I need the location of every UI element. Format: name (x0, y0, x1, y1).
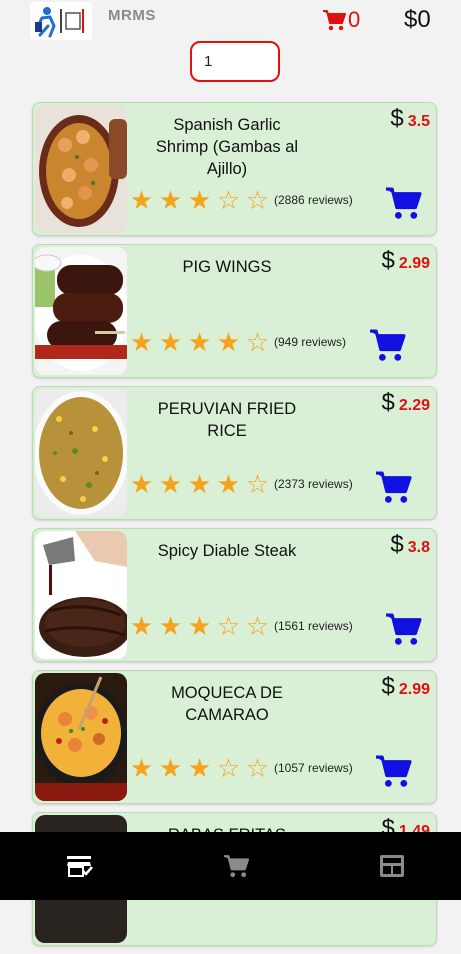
header-cart[interactable]: 0 (322, 8, 360, 32)
add-to-cart-button[interactable] (384, 186, 422, 225)
cart-total: $0 (404, 6, 431, 34)
price-value: 3.8 (407, 539, 430, 556)
star-filled-icon: ★ (216, 469, 241, 499)
app-header: MRMS 0 $0 (0, 0, 461, 44)
shopping-cart-icon (376, 755, 412, 787)
dish-name: PERUVIAN FRIED RICE (157, 400, 297, 440)
grid-icon (380, 855, 404, 877)
dish-name: MOQUECA DE CAMARAO (171, 684, 283, 724)
shopping-cart-icon (323, 10, 346, 31)
menu-list-icon (67, 856, 93, 877)
shopping-cart-icon (224, 855, 250, 878)
total-value: 0 (417, 6, 431, 33)
add-to-cart-button[interactable] (384, 612, 422, 651)
dish-price: $ 2.99 (382, 247, 431, 275)
dish-image (35, 531, 127, 659)
star-filled-icon: ★ (187, 469, 212, 499)
add-to-cart-button[interactable] (368, 328, 406, 367)
add-to-cart-button[interactable] (374, 470, 412, 509)
menu-item-card[interactable]: PERUVIAN FRIED RICE $ 2.29 ★ ★ ★ ★ ☆ (23… (32, 386, 437, 520)
dish-price: $ 3.5 (390, 105, 430, 133)
star-filled-icon: ★ (158, 327, 183, 357)
add-to-cart-button[interactable] (374, 754, 412, 793)
star-filled-icon: ★ (187, 753, 212, 783)
menu-item-card[interactable]: MOQUECA DE CAMARAO $ 2.99 ★ ★ ★ ☆ ☆ (105… (32, 670, 437, 804)
dish-image (35, 247, 127, 375)
star-filled-icon: ★ (158, 469, 183, 499)
search-input[interactable] (190, 41, 280, 82)
menu-item-card[interactable]: PIG WINGS $ 2.99 ★ ★ ★ ★ ☆ (949 reviews) (32, 244, 437, 378)
star-filled-icon: ★ (187, 185, 212, 215)
rating-stars: ★ ★ ★ ☆ ☆ (1561 reviews) (127, 613, 353, 639)
price-currency: $ (381, 389, 395, 416)
menu-item-list: Spanish Garlic Shrimp (Gambas al Ajillo)… (32, 102, 437, 954)
star-outline-icon: ☆ (216, 185, 241, 215)
star-filled-icon: ★ (158, 611, 183, 641)
star-filled-icon: ★ (129, 469, 154, 499)
star-outline-icon: ☆ (245, 469, 270, 499)
star-filled-icon: ★ (158, 185, 183, 215)
menu-item-card[interactable]: Spicy Diable Steak $ 3.8 ★ ★ ★ ☆ ☆ (1561… (32, 528, 437, 662)
total-currency: $ (404, 6, 418, 33)
review-count: (2373 reviews) (274, 477, 353, 491)
star-filled-icon: ★ (158, 753, 183, 783)
price-value: 2.99 (398, 255, 430, 272)
shopping-cart-icon (386, 187, 422, 219)
price-value: 2.99 (398, 681, 430, 698)
price-currency: $ (381, 673, 395, 700)
star-outline-icon: ☆ (216, 611, 241, 641)
price-currency: $ (390, 105, 404, 132)
star-outline-icon: ☆ (245, 753, 270, 783)
review-count: (2886 reviews) (274, 193, 353, 207)
star-filled-icon: ★ (187, 327, 212, 357)
shopping-cart-icon (370, 329, 406, 361)
nav-cart-button[interactable] (222, 854, 250, 883)
price-currency: $ (381, 247, 395, 274)
dish-name: PIG WINGS (182, 258, 272, 276)
nav-grid-button[interactable] (378, 854, 406, 883)
star-outline-icon: ☆ (216, 753, 241, 783)
star-filled-icon: ★ (129, 327, 154, 357)
dish-price: $ 2.29 (382, 389, 431, 417)
cart-count: 0 (348, 7, 361, 32)
rating-stars: ★ ★ ★ ☆ ☆ (1057 reviews) (127, 755, 353, 781)
price-value: 3.5 (407, 113, 430, 130)
dish-image (35, 105, 127, 233)
dish-image (35, 389, 127, 517)
star-filled-icon: ★ (129, 185, 154, 215)
rating-stars: ★ ★ ★ ★ ☆ (2373 reviews) (127, 471, 353, 497)
price-value: 2.29 (398, 397, 430, 414)
dish-price: $ 2.99 (382, 673, 431, 701)
review-count: (949 reviews) (274, 335, 347, 349)
star-filled-icon: ★ (187, 611, 212, 641)
star-outline-icon: ☆ (245, 327, 270, 357)
star-filled-icon: ★ (129, 611, 154, 641)
shopping-cart-icon (386, 613, 422, 645)
app-logo (30, 2, 92, 40)
price-currency: $ (390, 531, 404, 558)
star-outline-icon: ☆ (245, 185, 270, 215)
rating-stars: ★ ★ ★ ☆ ☆ (2886 reviews) (127, 187, 353, 213)
shopping-cart-icon (376, 471, 412, 503)
star-filled-icon: ★ (216, 327, 241, 357)
star-filled-icon: ★ (129, 753, 154, 783)
dish-name: Spicy Diable Steak (157, 542, 297, 560)
dish-image (35, 673, 127, 801)
menu-item-card[interactable]: Spanish Garlic Shrimp (Gambas al Ajillo)… (32, 102, 437, 236)
dish-name: Spanish Garlic Shrimp (Gambas al Ajillo) (155, 116, 299, 178)
bottom-navigation (0, 832, 461, 900)
rating-stars: ★ ★ ★ ★ ☆ (949 reviews) (127, 329, 346, 355)
dish-price: $ 3.8 (390, 531, 430, 559)
review-count: (1561 reviews) (274, 619, 353, 633)
star-outline-icon: ☆ (245, 611, 270, 641)
nav-menu-button[interactable] (66, 854, 94, 883)
app-name: MRMS (108, 7, 156, 24)
review-count: (1057 reviews) (274, 761, 353, 775)
